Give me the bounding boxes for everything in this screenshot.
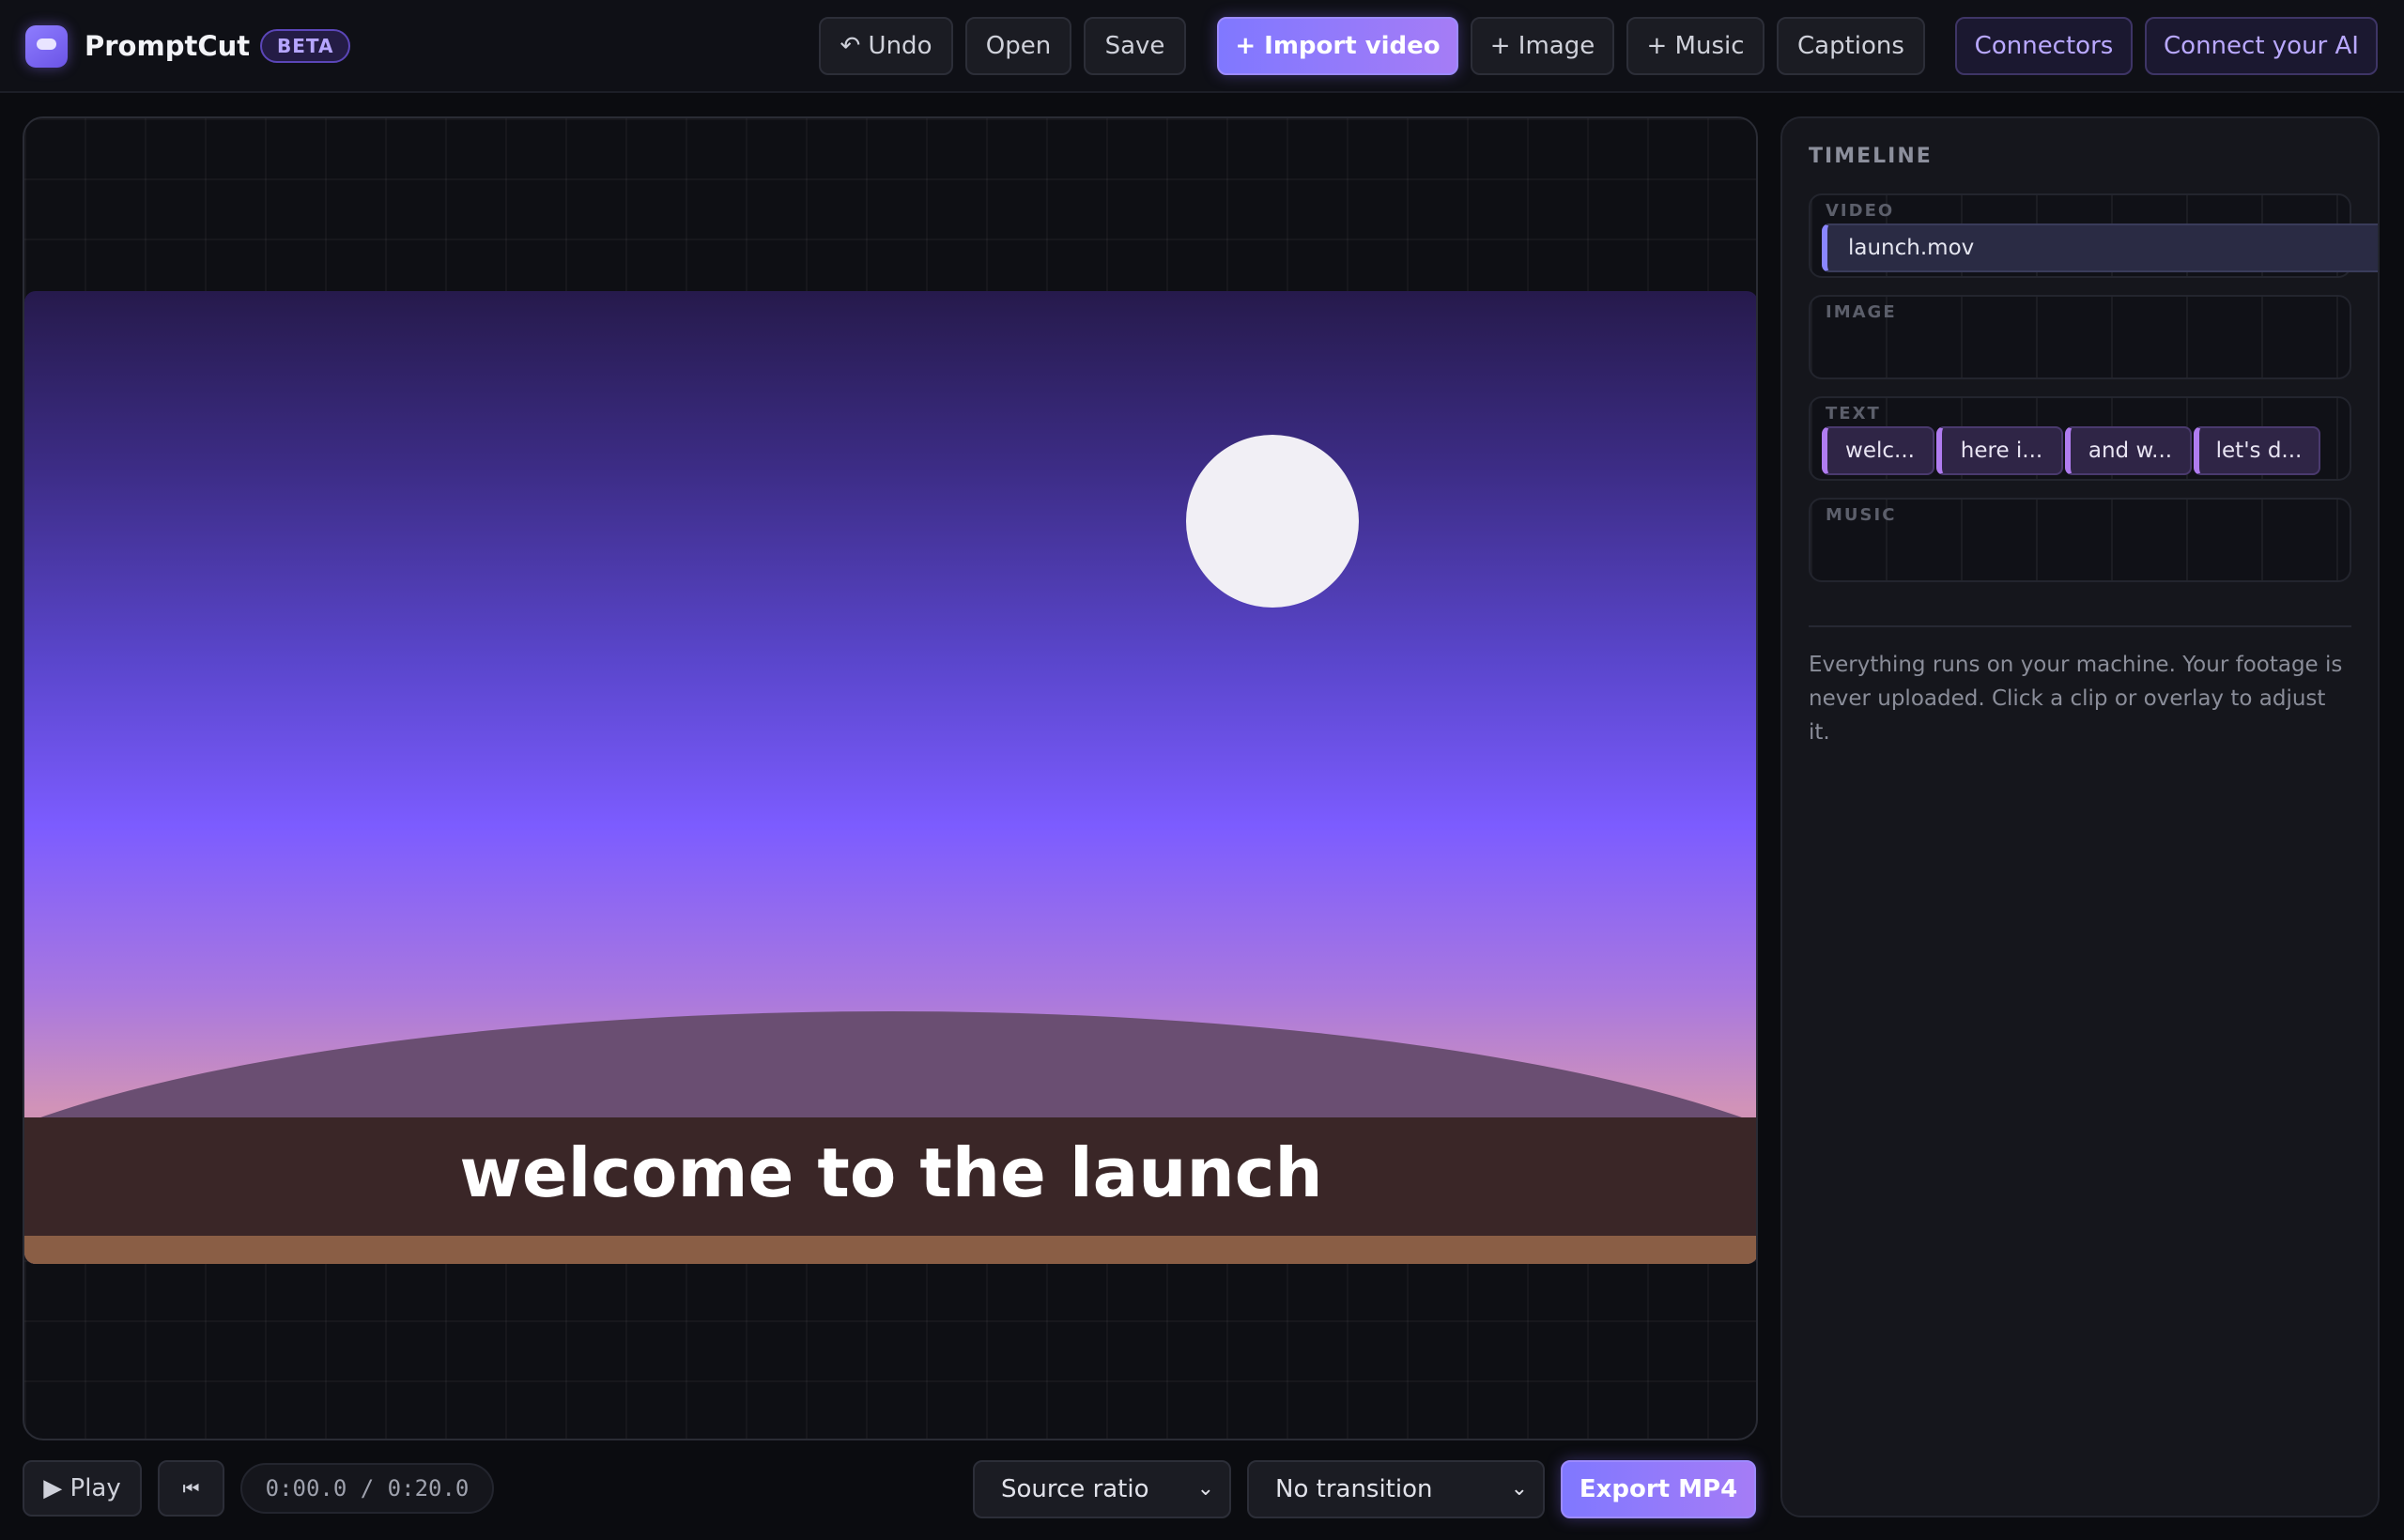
add-image-button[interactable]: + Image <box>1471 17 1614 75</box>
aspect-ratio-select[interactable]: Source ratio ⌄ <box>973 1460 1231 1518</box>
track-label: VIDEO <box>1826 201 1895 221</box>
chevron-down-icon: ⌄ <box>1510 1477 1528 1501</box>
video-frame[interactable]: welcome to the launch <box>24 291 1756 1264</box>
track-label: IMAGE <box>1826 302 1897 322</box>
caption-text: welcome to the launch <box>459 1133 1323 1212</box>
track-label: MUSIC <box>1826 505 1897 525</box>
undo-button[interactable]: ↶ Undo <box>819 17 953 75</box>
play-button[interactable]: ▶ Play <box>23 1460 142 1517</box>
top-toolbar: PromptCut BETA ↶ Undo Open Save + Import… <box>0 0 2404 93</box>
transition-value: No transition <box>1275 1475 1433 1503</box>
beta-badge: BETA <box>260 29 351 63</box>
video-clip[interactable]: launch.mov <box>1822 223 2378 272</box>
timeline-panel: TIMELINE VIDEO launch.mov IMAGE TEXT wel… <box>1780 116 2380 1517</box>
text-track[interactable]: TEXT welc... here i... and w... let's d.… <box>1809 396 2351 481</box>
captions-button[interactable]: Captions <box>1777 17 1925 75</box>
connect-ai-button[interactable]: Connect your AI <box>2145 17 2378 75</box>
image-track[interactable]: IMAGE <box>1809 295 2351 379</box>
timecode-display: 0:00.0 / 0:20.0 <box>240 1463 494 1514</box>
timeline-title: TIMELINE <box>1809 145 1933 168</box>
import-video-button[interactable]: + Import video <box>1217 17 1458 75</box>
add-music-button[interactable]: + Music <box>1626 17 1764 75</box>
ground-strip <box>24 1236 1756 1264</box>
text-clip[interactable]: let's d... <box>2194 426 2320 475</box>
chevron-down-icon: ⌄ <box>1196 1477 1214 1501</box>
rewind-icon[interactable]: ⏮ <box>158 1460 224 1517</box>
connectors-button[interactable]: Connectors <box>1955 17 2133 75</box>
export-mp4-button[interactable]: Export MP4 <box>1561 1460 1756 1518</box>
text-clip[interactable]: and w... <box>2065 426 2192 475</box>
privacy-info-text: Everything runs on your machine. Your fo… <box>1809 653 2343 745</box>
save-button[interactable]: Save <box>1084 17 1186 75</box>
music-track[interactable]: MUSIC <box>1809 498 2351 582</box>
text-clip[interactable]: here i... <box>1936 426 2063 475</box>
aspect-ratio-value: Source ratio <box>1001 1475 1149 1503</box>
video-preview[interactable]: welcome to the launch <box>23 116 1758 1440</box>
app-name: PromptCut <box>85 30 251 62</box>
moon-shape <box>1186 435 1359 608</box>
track-label: TEXT <box>1826 404 1881 424</box>
text-clip[interactable]: welc... <box>1822 426 1934 475</box>
open-button[interactable]: Open <box>965 17 1071 75</box>
video-track[interactable]: VIDEO launch.mov <box>1809 193 2378 278</box>
caption-overlay[interactable]: welcome to the launch <box>24 1117 1756 1238</box>
panel-divider <box>1809 625 2351 627</box>
transition-select[interactable]: No transition ⌄ <box>1247 1460 1545 1518</box>
app-logo-icon <box>25 25 68 68</box>
